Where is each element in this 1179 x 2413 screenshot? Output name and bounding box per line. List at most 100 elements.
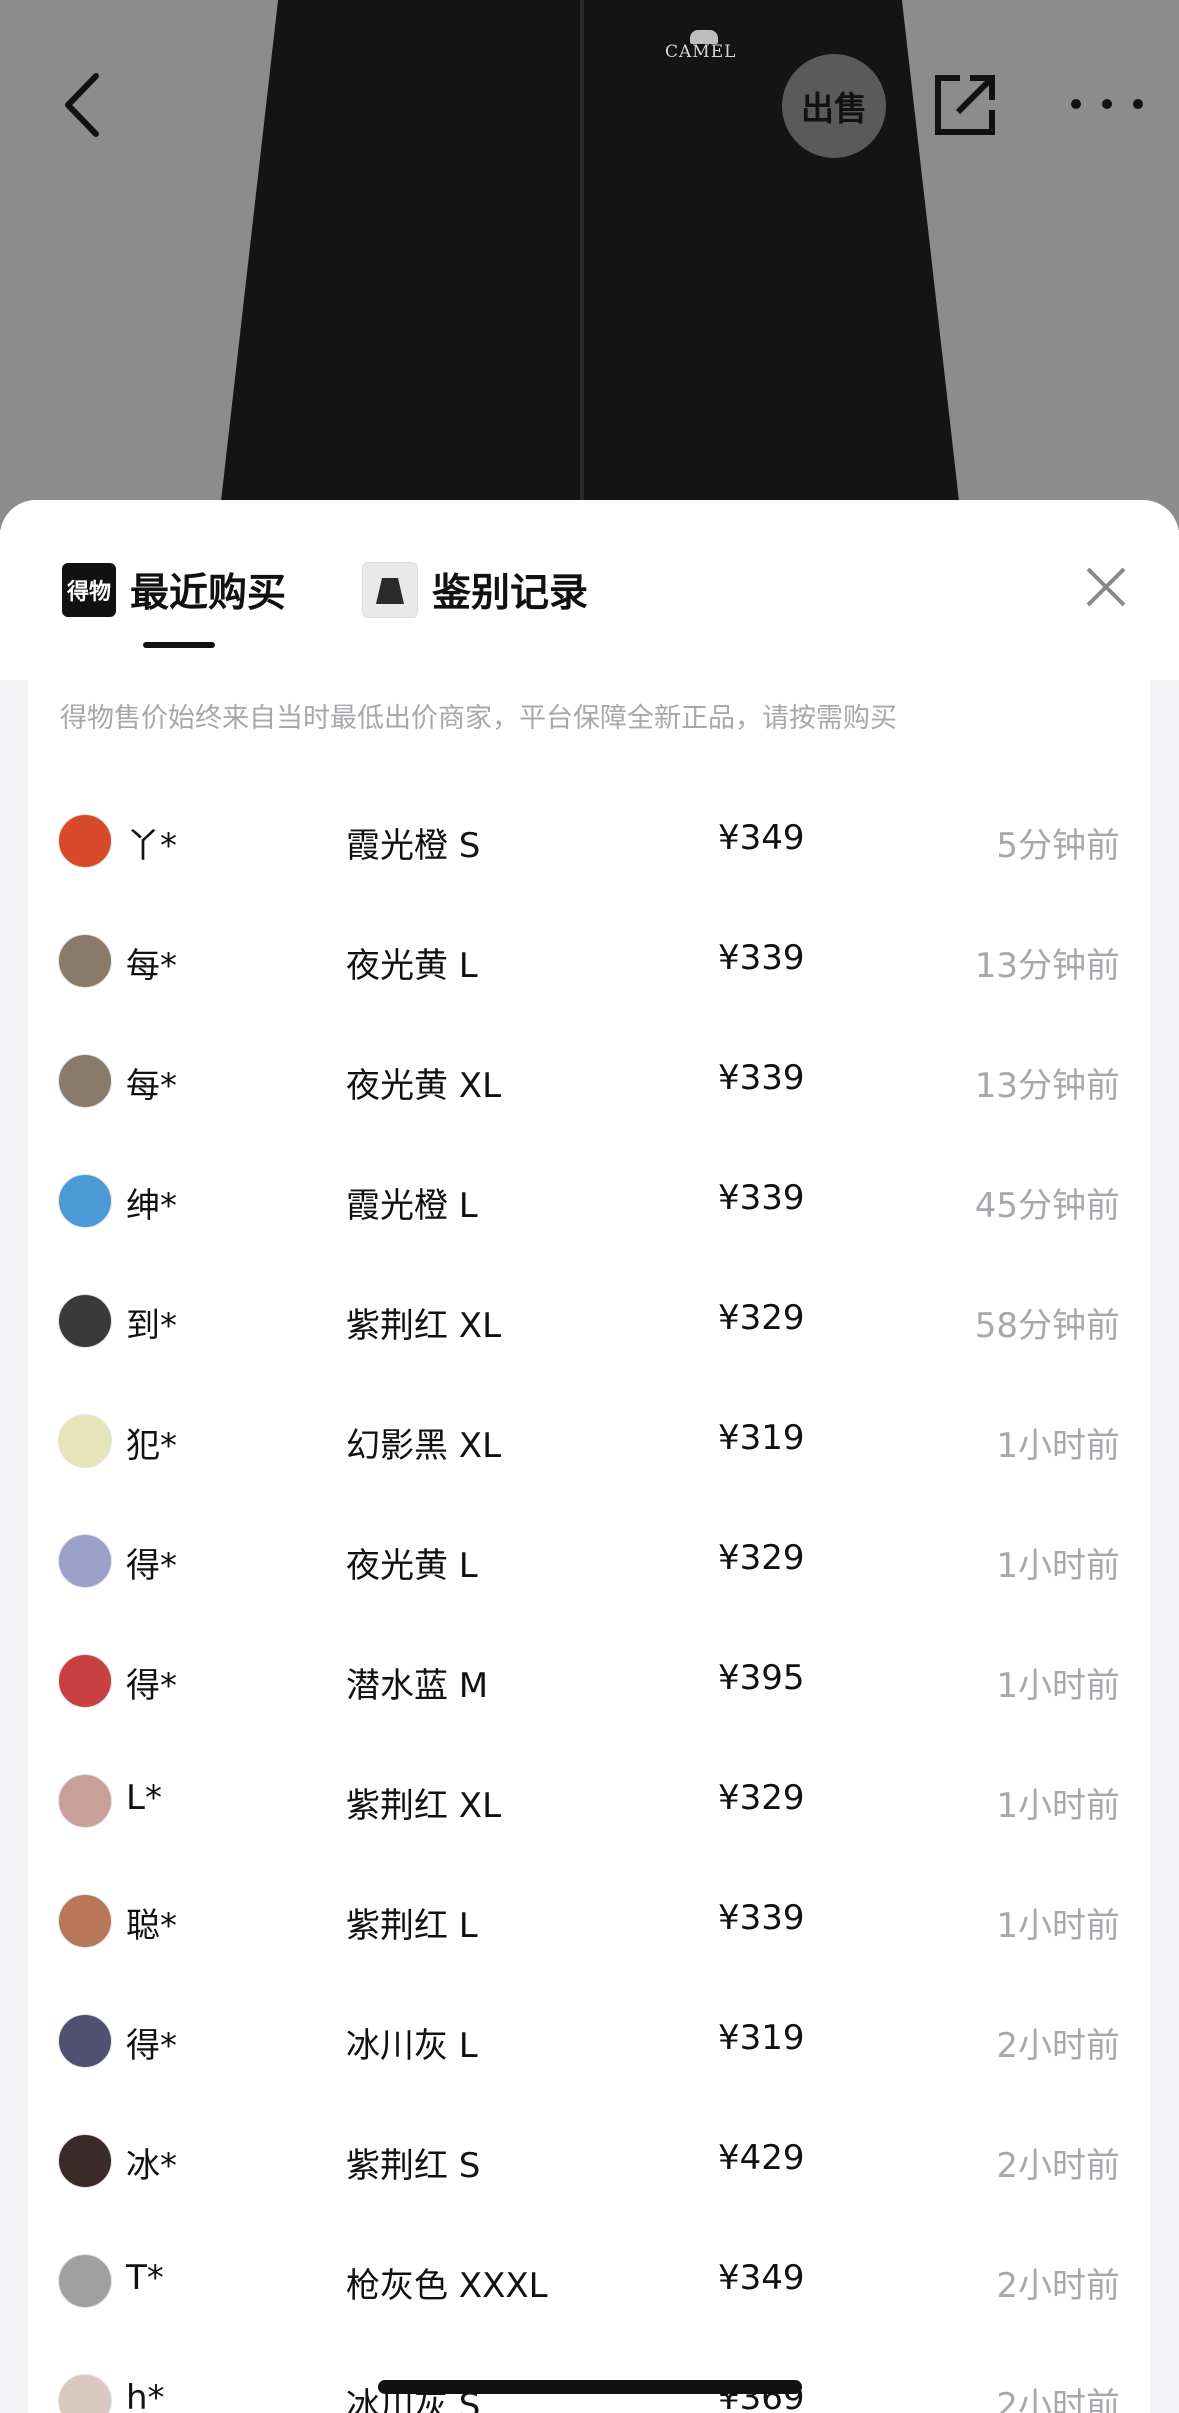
user-avatar (58, 1294, 112, 1348)
sell-button[interactable]: 出售 (782, 54, 886, 158)
user-avatar (58, 1054, 112, 1108)
price-notice: 得物售价始终来自当时最低出价商家，平台保障全新正品，请按需购买 (60, 703, 897, 734)
time-label: 5分钟前 (996, 826, 1120, 866)
user-avatar (58, 2134, 112, 2188)
sku-label: 夜光黄 L (346, 946, 478, 986)
price-label: ¥349 (718, 818, 805, 858)
time-label: 2小时前 (996, 2266, 1120, 2306)
price-label: ¥329 (718, 1538, 805, 1578)
price-label: ¥395 (718, 1658, 805, 1698)
close-icon[interactable] (1082, 563, 1130, 611)
home-indicator[interactable] (378, 2380, 802, 2394)
purchase-row: T* 枪灰色 XXXL ¥349 2小时前 (28, 2222, 1150, 2342)
sku-label: 幻影黑 XL (346, 1426, 502, 1466)
user-name: 犯* (126, 1426, 177, 1466)
tab-label: 最近购买 (130, 571, 287, 616)
jacket-zipper (580, 0, 584, 510)
time-label: 1小时前 (996, 1666, 1120, 1706)
purchase-row: 得* 夜光黄 L ¥329 1小时前 (28, 1502, 1150, 1622)
time-label: 1小时前 (996, 1786, 1120, 1826)
sku-label: 夜光黄 L (346, 1546, 478, 1586)
user-avatar (58, 814, 112, 868)
sku-label: 夜光黄 XL (346, 1066, 502, 1106)
sku-label: 紫荆红 XL (346, 1786, 502, 1826)
active-tab-indicator (143, 642, 215, 648)
time-label: 58分钟前 (974, 1306, 1120, 1346)
sku-label: 紫荆红 XL (346, 1306, 502, 1346)
price-label: ¥329 (718, 1778, 805, 1818)
purchase-row: 每* 夜光黄 L ¥339 13分钟前 (28, 902, 1150, 1022)
purchase-list: 丫* 霞光橙 S ¥349 5分钟前 每* 夜光黄 L ¥339 13分钟前 每* 夜光黄 XL ¥… (28, 782, 1150, 2413)
sku-label: 霞光橙 S (346, 826, 481, 866)
product-image: CAMEL (0, 0, 1179, 530)
user-name: 冰* (126, 2146, 177, 2186)
user-name: 得* (126, 1546, 177, 1586)
sku-label: 紫荆红 L (346, 1906, 478, 1946)
user-name: 每* (126, 1066, 177, 1106)
sku-label: 枪灰色 XXXL (346, 2266, 548, 2306)
user-avatar (58, 1894, 112, 1948)
price-label: ¥319 (718, 2018, 805, 2058)
more-icon[interactable] (1064, 92, 1150, 116)
user-name: 得* (126, 2026, 177, 2066)
price-label: ¥339 (718, 1898, 805, 1938)
purchase-row: 得* 冰川灰 L ¥319 2小时前 (28, 1982, 1150, 2102)
time-label: 2小时前 (996, 2386, 1120, 2413)
time-label: 2小时前 (996, 2146, 1120, 2186)
purchase-row: L* 紫荆红 XL ¥329 1小时前 (28, 1742, 1150, 1862)
sheet-tab-bar: 得物 最近购买 鉴别记录 (0, 500, 1179, 680)
user-name: 到* (126, 1306, 177, 1346)
dewu-logo-icon: 得物 (62, 563, 116, 617)
purchase-row: 绅* 霞光橙 L ¥339 45分钟前 (28, 1142, 1150, 1262)
sku-label: 紫荆红 S (346, 2146, 481, 2186)
time-label: 2小时前 (996, 2026, 1120, 2066)
brand-text: CAMEL (665, 42, 737, 62)
user-name: 丫* (126, 826, 177, 866)
user-name: 得* (126, 1666, 177, 1706)
user-avatar (58, 934, 112, 988)
time-label: 1小时前 (996, 1546, 1120, 1586)
purchase-row: 聪* 紫荆红 L ¥339 1小时前 (28, 1862, 1150, 1982)
user-name: 每* (126, 946, 177, 986)
time-label: 45分钟前 (974, 1186, 1120, 1226)
user-name: 聪* (126, 1906, 177, 1946)
user-avatar (58, 2254, 112, 2308)
time-label: 13分钟前 (974, 946, 1120, 986)
purchase-row: 每* 夜光黄 XL ¥339 13分钟前 (28, 1022, 1150, 1142)
purchase-row: 犯* 幻影黑 XL ¥319 1小时前 (28, 1382, 1150, 1502)
sku-label: 冰川灰 L (346, 2026, 478, 2066)
sku-label: 霞光橙 L (346, 1186, 478, 1226)
user-avatar (58, 1414, 112, 1468)
user-avatar (58, 1774, 112, 1828)
purchase-row: 冰* 紫荆红 S ¥429 2小时前 (28, 2102, 1150, 2222)
price-label: ¥339 (718, 1178, 805, 1218)
tab-recent-purchases[interactable]: 得物 最近购买 (62, 560, 286, 620)
purchase-list-panel[interactable]: 得物售价始终来自当时最低出价商家，平台保障全新正品，请按需购买 丫* 霞光橙 S ¥… (28, 680, 1150, 2413)
purchase-row: h* 冰川灰 S ¥369 2小时前 (28, 2342, 1150, 2413)
time-label: 1小时前 (996, 1906, 1120, 1946)
recent-purchases-sheet: 得物 最近购买 鉴别记录 得物售价始终来自当时最低出价商家，平台保障全新正品，请… (0, 500, 1179, 2413)
price-label: ¥319 (718, 1418, 805, 1458)
user-name: T* (126, 2258, 164, 2298)
price-label: ¥429 (718, 2138, 805, 2178)
time-label: 1小时前 (996, 1426, 1120, 1466)
tab-label: 鉴别记录 (432, 571, 589, 616)
back-icon[interactable] (52, 70, 112, 140)
purchase-row: 得* 潜水蓝 M ¥395 1小时前 (28, 1622, 1150, 1742)
time-label: 13分钟前 (974, 1066, 1120, 1106)
sku-label: 潜水蓝 M (346, 1666, 489, 1706)
tab-authentication-records[interactable]: 鉴别记录 (362, 560, 588, 620)
price-label: ¥349 (718, 2258, 805, 2298)
jacket-thumbnail-icon (362, 562, 418, 618)
price-label: ¥339 (718, 938, 805, 978)
share-icon[interactable] (930, 70, 1000, 140)
price-label: ¥339 (718, 1058, 805, 1098)
user-avatar (58, 2374, 112, 2413)
purchase-row: 丫* 霞光橙 S ¥349 5分钟前 (28, 782, 1150, 902)
user-name: 绅* (126, 1186, 177, 1226)
user-avatar (58, 2014, 112, 2068)
user-avatar (58, 1174, 112, 1228)
user-name: h* (126, 2378, 165, 2413)
user-avatar (58, 1534, 112, 1588)
user-name: L* (126, 1778, 162, 1818)
